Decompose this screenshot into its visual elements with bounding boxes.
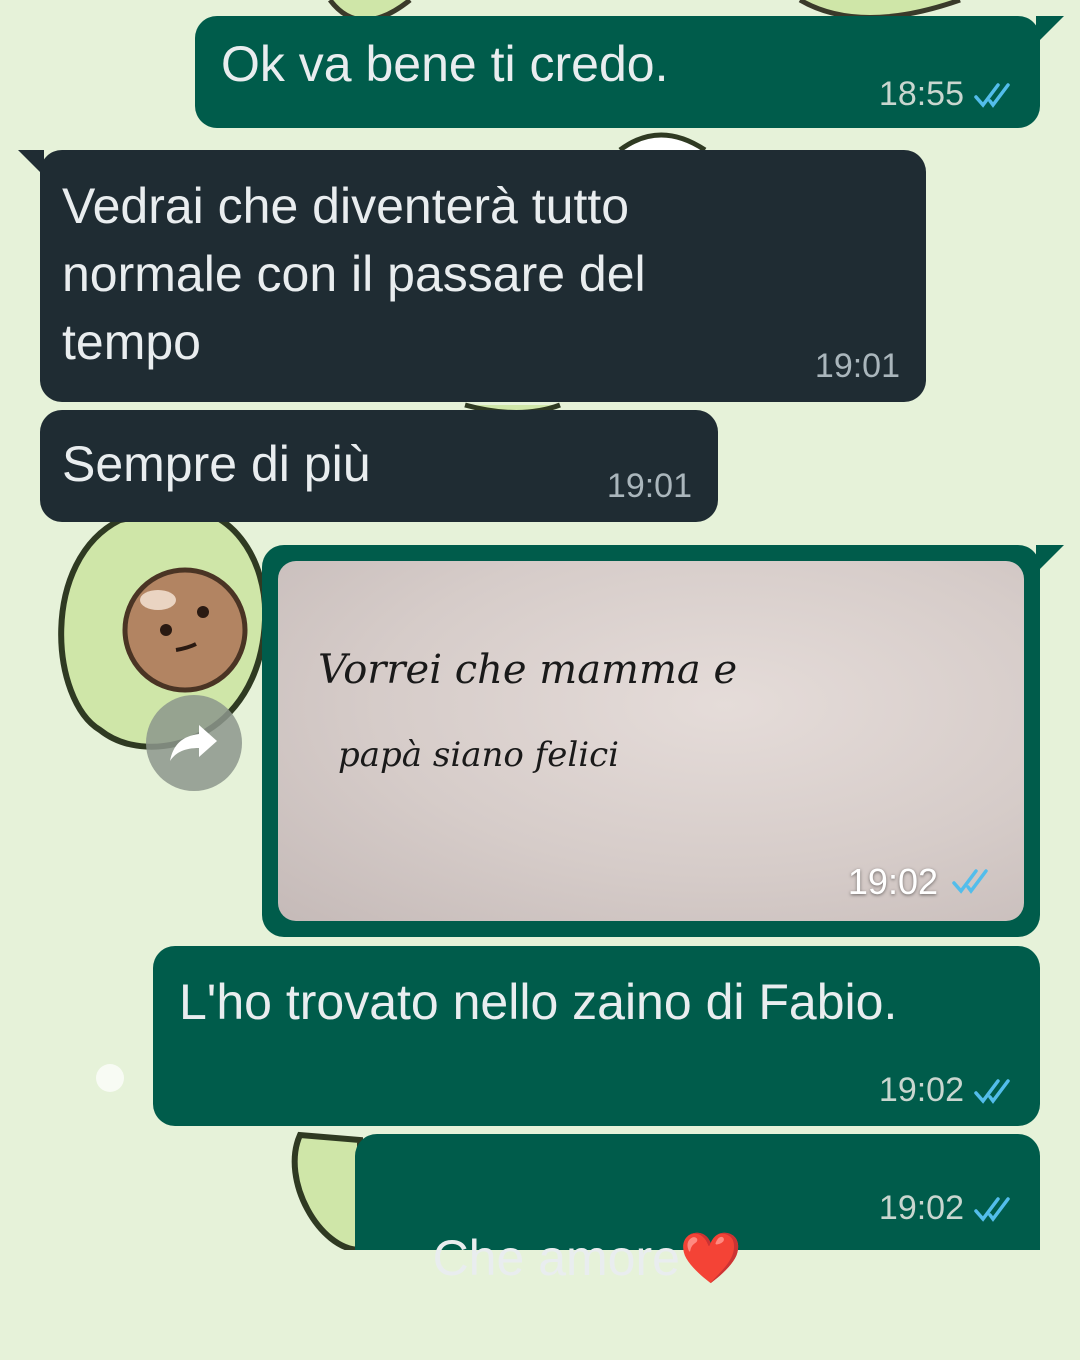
forward-arrow-icon	[170, 725, 217, 761]
message-time: 19:02	[878, 1071, 964, 1109]
message-meta: 19:02	[879, 1189, 1018, 1228]
handwritten-note-photo[interactable]: Vorrei che mamma e papà siano felici 19:…	[278, 561, 1024, 921]
double-check-icon	[952, 869, 988, 894]
message-meta: 18:55	[879, 75, 1018, 114]
message-bubble-incoming[interactable]: Vedrai che diventerà tutto normale con i…	[18, 150, 926, 402]
red-heart-emoji: ❤️	[679, 1230, 743, 1286]
handwriting-line: Vorrei che mamma e	[318, 647, 737, 693]
message-text-content: Che amore	[432, 1230, 680, 1286]
message-meta: 19:01	[815, 347, 900, 386]
message-text: Che amore❤️	[377, 1156, 743, 1360]
message-bubble-incoming[interactable]: Sempre di più 19:01	[40, 410, 718, 522]
message-text: Ok va bene ti credo.	[221, 36, 669, 92]
message-text: Vedrai che diventerà tutto normale con i…	[62, 178, 646, 370]
forward-button[interactable]	[146, 695, 242, 791]
message-meta: 19:02	[879, 1071, 1018, 1110]
message-meta: 19:01	[607, 467, 692, 506]
image-message-outgoing[interactable]: Vorrei che mamma e papà siano felici 19:…	[262, 545, 1064, 937]
message-text: Sempre di più	[62, 436, 371, 492]
message-bubble-outgoing[interactable]: Ok va bene ti credo. 18:55	[195, 16, 1064, 128]
message-time: 18:55	[878, 75, 964, 113]
double-check-icon	[974, 1196, 1010, 1222]
message-time: 19:01	[814, 347, 900, 385]
handwriting-line: papà siano felici	[338, 735, 619, 775]
message-text: L'ho trovato nello zaino di Fabio.	[179, 974, 898, 1030]
double-check-icon	[974, 82, 1010, 108]
message-bubble-outgoing[interactable]: L'ho trovato nello zaino di Fabio. 19:02	[153, 946, 1040, 1126]
message-time: 19:02	[878, 1189, 964, 1227]
message-time: 19:02	[847, 861, 938, 902]
message-time: 19:01	[606, 467, 692, 505]
message-bubble-outgoing[interactable]: Che amore❤️ 19:02	[355, 1134, 1040, 1286]
double-check-icon	[974, 1078, 1010, 1104]
